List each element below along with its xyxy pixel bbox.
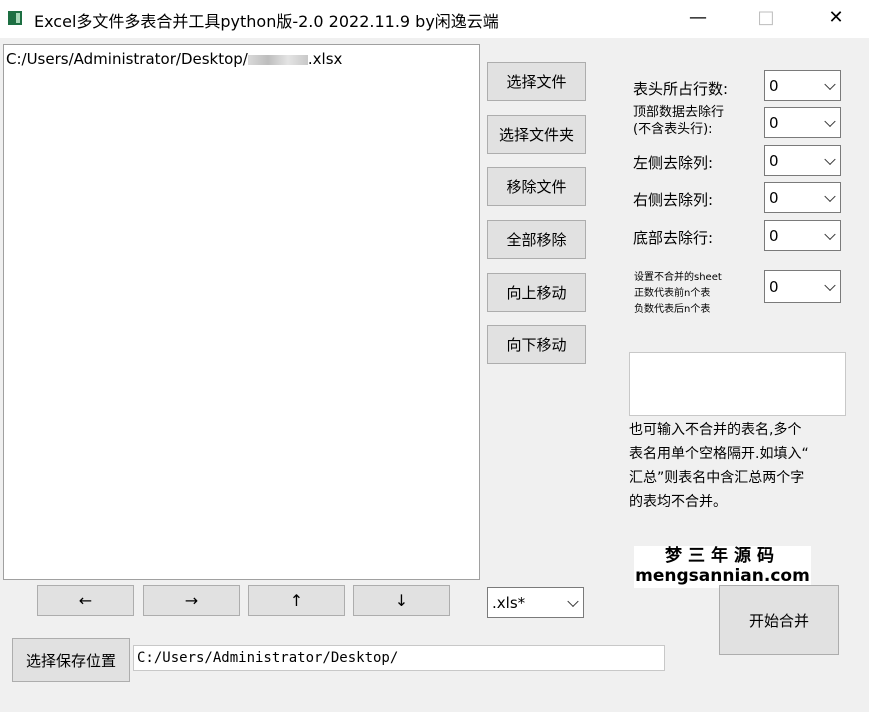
sheet-exclude-label-line2: 正数代表前n个表 xyxy=(634,288,711,299)
arrow-down-button[interactable]: ↓ xyxy=(353,585,450,616)
window-title: Excel多文件多表合并工具python版-2.0 2022.11.9 by闲逸… xyxy=(34,12,499,31)
chevron-down-icon xyxy=(824,115,836,127)
chevron-down-icon xyxy=(824,190,836,202)
choose-save-location-button[interactable]: 选择保存位置 xyxy=(12,638,130,682)
hint-line2: 表名用单个空格隔开.如填入“ xyxy=(629,446,809,462)
header-rows-select[interactable]: 0 xyxy=(764,70,841,101)
select-folder-button[interactable]: 选择文件夹 xyxy=(487,115,586,154)
file-path-prefix: C:/Users/Administrator/Desktop/ xyxy=(6,50,248,68)
right-remove-value: 0 xyxy=(769,188,779,207)
chevron-down-icon xyxy=(824,153,836,165)
file-extension: .xlsx xyxy=(307,50,343,68)
file-type-select[interactable]: .xls* xyxy=(487,587,584,618)
arrow-right-button[interactable]: → xyxy=(143,585,240,616)
top-remove-label-line2: (不含表头行): xyxy=(633,122,713,137)
chevron-down-icon xyxy=(824,279,836,291)
right-remove-select[interactable]: 0 xyxy=(764,182,841,213)
top-remove-label: 顶部数据去除行 (不含表头行): xyxy=(633,104,724,138)
chevron-down-icon xyxy=(567,595,579,607)
hint-line3: 汇总”则表名中含汇总两个字 xyxy=(629,470,805,486)
sheet-exclude-label-line3: 负数代表后n个表 xyxy=(634,304,711,315)
watermark-bottom: mengsannian.com xyxy=(635,566,810,586)
bottom-remove-label: 底部去除行: xyxy=(633,229,714,247)
close-button[interactable]: ✕ xyxy=(806,0,866,38)
watermark: 梦三年源码 mengsannian.com xyxy=(634,546,811,588)
left-remove-select[interactable]: 0 xyxy=(764,145,841,176)
bottom-remove-value: 0 xyxy=(769,226,779,245)
move-up-button[interactable]: 向上移动 xyxy=(487,273,586,312)
hint-line1: 也可输入不合并的表名,多个 xyxy=(629,422,802,438)
move-down-button[interactable]: 向下移动 xyxy=(487,325,586,364)
minimize-button[interactable]: — xyxy=(668,0,728,38)
file-listbox[interactable]: C:/Users/Administrator/Desktop/ .xlsx xyxy=(3,44,480,580)
header-rows-value: 0 xyxy=(769,76,779,95)
hint-line4: 的表均不合并。 xyxy=(629,494,727,510)
left-remove-value: 0 xyxy=(769,151,779,170)
redacted-filename xyxy=(247,54,308,65)
save-path-input[interactable]: C:/Users/Administrator/Desktop/ xyxy=(133,645,665,671)
arrow-up-button[interactable]: ↑ xyxy=(248,585,345,616)
sheet-exclude-label-line1: 设置不合并的sheet xyxy=(634,272,722,283)
start-merge-button[interactable]: 开始合并 xyxy=(719,585,839,655)
list-item[interactable]: C:/Users/Administrator/Desktop/ .xlsx xyxy=(6,50,342,68)
bottom-remove-select[interactable]: 0 xyxy=(764,220,841,251)
remove-file-button[interactable]: 移除文件 xyxy=(487,167,586,206)
top-remove-select[interactable]: 0 xyxy=(764,107,841,138)
title-bar: Excel多文件多表合并工具python版-2.0 2022.11.9 by闲逸… xyxy=(0,0,869,38)
watermark-top: 梦三年源码 xyxy=(665,546,780,566)
arrow-left-button[interactable]: ← xyxy=(37,585,134,616)
excel-app-icon xyxy=(8,11,22,25)
top-remove-value: 0 xyxy=(769,113,779,132)
chevron-down-icon xyxy=(824,228,836,240)
left-remove-label: 左侧去除列: xyxy=(633,154,714,172)
remove-all-button[interactable]: 全部移除 xyxy=(487,220,586,259)
sheet-name-input[interactable] xyxy=(629,352,846,416)
chevron-down-icon xyxy=(824,78,836,90)
right-remove-label: 右侧去除列: xyxy=(633,191,714,209)
sheet-exclude-label: 设置不合并的sheet 正数代表前n个表 负数代表后n个表 xyxy=(634,270,722,318)
sheet-exclude-select[interactable]: 0 xyxy=(764,270,841,303)
top-remove-label-line1: 顶部数据去除行 xyxy=(633,105,725,120)
sheet-exclude-value: 0 xyxy=(769,277,779,296)
select-file-button[interactable]: 选择文件 xyxy=(487,62,586,101)
file-type-value: .xls* xyxy=(492,593,526,612)
header-rows-label: 表头所占行数: xyxy=(633,80,729,98)
hint-text: 也可输入不合并的表名,多个 表名用单个空格隔开.如填入“ 汇总”则表名中含汇总两… xyxy=(629,418,851,514)
maximize-button[interactable]: □ xyxy=(736,0,796,38)
